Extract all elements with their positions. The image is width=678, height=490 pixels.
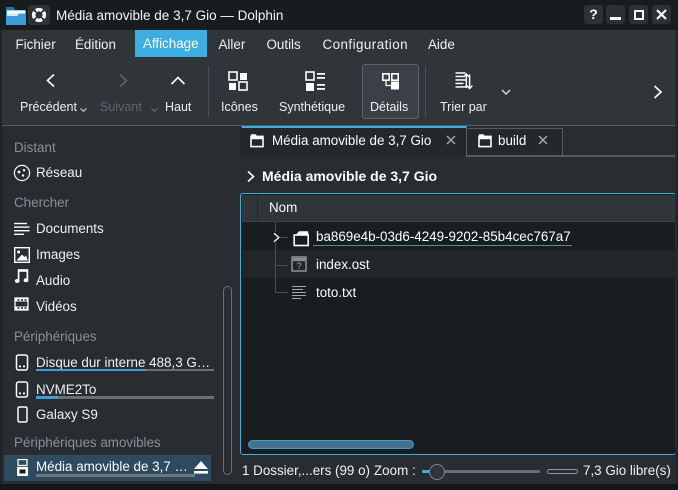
svg-text:?: ? <box>296 261 301 272</box>
